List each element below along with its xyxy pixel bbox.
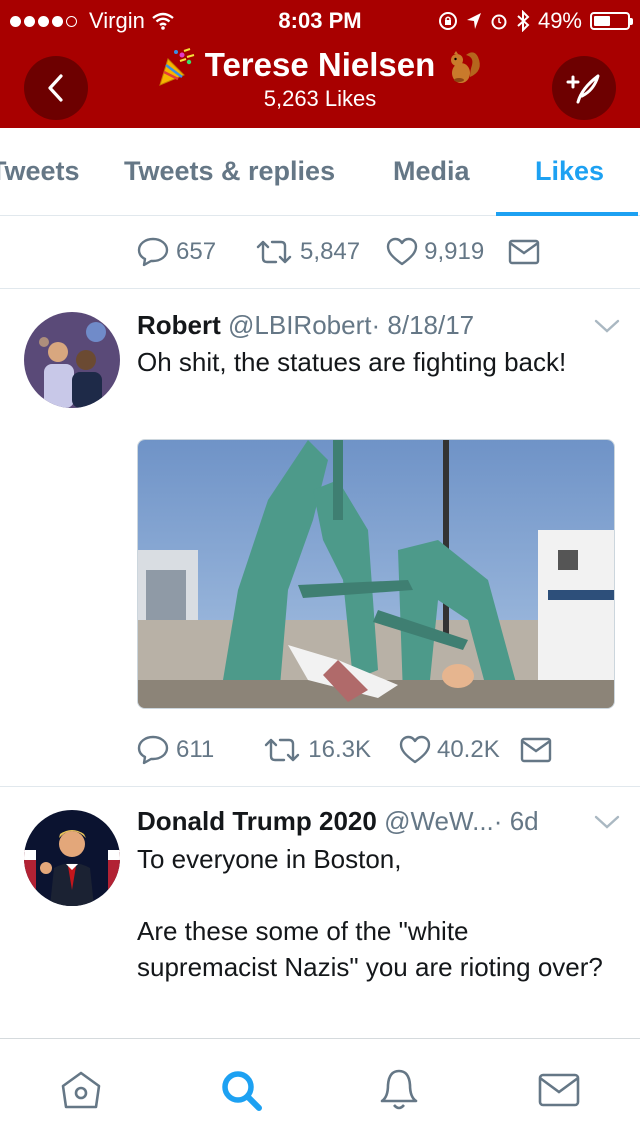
- tweet-text-line-2: Are these some of the "white supremacist…: [137, 916, 603, 982]
- tweet-header: Donald Trump 2020 @WeW...· 6d: [137, 806, 539, 837]
- heart-icon: [386, 237, 418, 266]
- retweet-count: 16.3K: [308, 736, 371, 763]
- compose-feather-icon: [566, 74, 600, 104]
- location-icon: [466, 13, 481, 29]
- meta-separator: ·: [493, 806, 503, 836]
- direct-message-button[interactable]: [520, 737, 552, 763]
- home-icon: [61, 1071, 101, 1109]
- like-count: 9,919: [424, 238, 485, 265]
- bell-icon: [380, 1069, 418, 1110]
- alarm-icon: [491, 14, 507, 30]
- retweet-count: 5,847: [300, 238, 361, 265]
- tweet-menu-button[interactable]: [594, 814, 620, 835]
- author-handle[interactable]: @WeW...: [384, 806, 494, 836]
- tweet-text-line-1: To everyone in Boston,: [137, 844, 402, 874]
- tab-tweets-replies[interactable]: Tweets & replies: [124, 156, 335, 187]
- envelope-icon: [520, 737, 551, 763]
- prev-tweet-actions: 657 5,847 9,919: [136, 236, 540, 268]
- rotation-lock-icon: [438, 12, 457, 30]
- tweet-date[interactable]: 6d: [510, 806, 539, 836]
- chevron-down-icon: [594, 319, 620, 333]
- retweet-button[interactable]: 16.3K: [262, 736, 371, 764]
- profile-header: Virgin 8:03 PM 49% Terese Nielsen 5,263 …: [0, 0, 640, 128]
- tweet-header: Robert @LBIRobert· 8/18/17: [137, 310, 474, 341]
- tweet-menu-button[interactable]: [594, 318, 620, 339]
- party-popper-icon: [158, 48, 194, 87]
- bottom-tab-bar: [0, 1038, 640, 1136]
- tweet-actions: 611 16.3K 40.2K: [136, 734, 552, 766]
- envelope-icon: [508, 239, 540, 265]
- profile-tabs: Tweets Tweets & replies Media Likes: [0, 128, 640, 216]
- like-count: 40.2K: [436, 736, 500, 763]
- profile-title: Terese Nielsen: [0, 46, 640, 87]
- reply-count: 611: [176, 736, 215, 763]
- chevron-down-icon: [594, 815, 620, 829]
- reply-button[interactable]: 611: [136, 734, 214, 766]
- tweet-photo[interactable]: [137, 439, 615, 709]
- tab-media[interactable]: Media: [393, 156, 470, 187]
- battery-icon: [590, 12, 633, 30]
- reply-count: 657: [176, 238, 217, 265]
- bluetooth-icon: [517, 10, 530, 32]
- retweet-button[interactable]: 5,847: [254, 238, 360, 266]
- like-button[interactable]: 40.2K: [399, 735, 500, 765]
- search-icon: [222, 1071, 262, 1111]
- reply-button[interactable]: 657: [136, 236, 216, 268]
- profile-likes-count: 5,263 Likes: [263, 86, 377, 111]
- retweet-icon: [265, 738, 300, 762]
- status-right: 49%: [438, 8, 633, 34]
- active-tab-indicator: [496, 212, 638, 216]
- author-handle[interactable]: @LBIRobert: [228, 310, 371, 340]
- tab-likes[interactable]: Likes: [535, 156, 604, 187]
- envelope-icon: [538, 1073, 580, 1107]
- author-name[interactable]: Donald Trump 2020: [137, 806, 377, 836]
- nav-home[interactable]: [56, 1065, 106, 1115]
- nav-search[interactable]: [216, 1065, 266, 1115]
- tweet-divider: [0, 288, 640, 289]
- profile-name: Terese Nielsen: [204, 46, 436, 83]
- avatar[interactable]: [24, 810, 120, 906]
- like-button[interactable]: 9,919: [386, 237, 484, 267]
- status-bar: Virgin 8:03 PM 49%: [0, 0, 640, 40]
- nav-messages[interactable]: [534, 1065, 584, 1115]
- avatar[interactable]: [24, 312, 120, 408]
- squirrel-icon: [451, 51, 481, 84]
- compose-tweet-button[interactable]: [552, 56, 616, 120]
- battery-percent: 49%: [537, 8, 582, 33]
- retweet-icon: [256, 240, 292, 264]
- tweet-date[interactable]: 8/18/17: [387, 310, 474, 340]
- reply-icon: [137, 237, 169, 267]
- author-name[interactable]: Robert: [137, 310, 221, 340]
- heart-icon: [399, 735, 431, 764]
- tweet-divider: [0, 786, 640, 787]
- battery-level: [594, 16, 610, 26]
- reply-icon: [137, 735, 169, 765]
- tweet-text: Oh shit, the statues are fighting back!: [137, 347, 567, 377]
- direct-message-button[interactable]: [508, 239, 540, 265]
- tab-tweets[interactable]: Tweets: [0, 156, 80, 187]
- meta-separator: ·: [371, 310, 381, 340]
- nav-notifications[interactable]: [374, 1065, 424, 1115]
